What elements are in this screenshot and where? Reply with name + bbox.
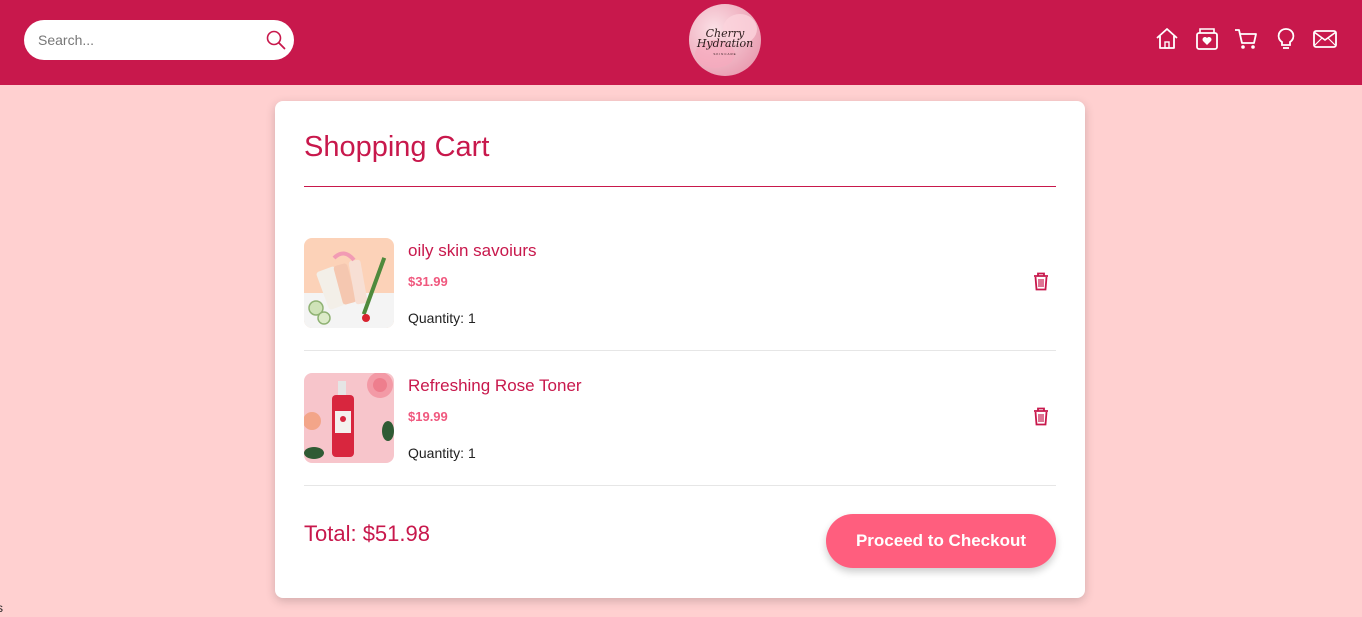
home-icon[interactable] <box>1154 26 1180 52</box>
trash-icon[interactable] <box>1032 271 1050 291</box>
search-icon[interactable] <box>265 29 287 51</box>
quantity-label: Quantity: <box>408 445 465 461</box>
product-price: $19.99 <box>408 409 448 424</box>
logo-text: Cherry Hydration <box>696 27 754 50</box>
cart-item: Refreshing Rose Toner $19.99 Quantity: 1 <box>304 373 1056 508</box>
product-quantity: Quantity: 1 <box>408 310 476 326</box>
product-image[interactable] <box>304 238 394 328</box>
site-header: Cherry Hydration SKINCARE <box>0 0 1362 85</box>
cart-icon[interactable] <box>1233 26 1259 52</box>
brand-logo[interactable]: Cherry Hydration SKINCARE <box>689 4 761 76</box>
cart-total: Total: $51.98 <box>304 521 430 546</box>
search-bar <box>24 20 294 60</box>
quantity-value: 1 <box>468 310 476 326</box>
cart-panel: Shopping Cart oily skin savoiurs $31.99 … <box>275 101 1085 598</box>
mail-icon[interactable] <box>1312 26 1338 52</box>
store-heart-icon[interactable] <box>1194 26 1220 52</box>
lightbulb-icon[interactable] <box>1273 26 1299 52</box>
logo-tagline: SKINCARE <box>713 52 737 56</box>
quantity-value: 1 <box>468 445 476 461</box>
page-title: Shopping Cart <box>304 131 490 163</box>
title-divider <box>304 186 1056 187</box>
item-divider <box>304 485 1056 486</box>
trash-icon[interactable] <box>1032 406 1050 426</box>
product-name[interactable]: oily skin savoiurs <box>408 241 537 261</box>
search-input[interactable] <box>38 30 258 50</box>
stray-text: s <box>0 601 3 615</box>
checkout-button[interactable]: Proceed to Checkout <box>826 514 1056 568</box>
item-divider <box>304 350 1056 351</box>
quantity-label: Quantity: <box>408 310 465 326</box>
product-image[interactable] <box>304 373 394 463</box>
cart-item: oily skin savoiurs $31.99 Quantity: 1 <box>304 238 1056 373</box>
product-quantity: Quantity: 1 <box>408 445 476 461</box>
product-price: $31.99 <box>408 274 448 289</box>
product-name[interactable]: Refreshing Rose Toner <box>408 376 582 396</box>
